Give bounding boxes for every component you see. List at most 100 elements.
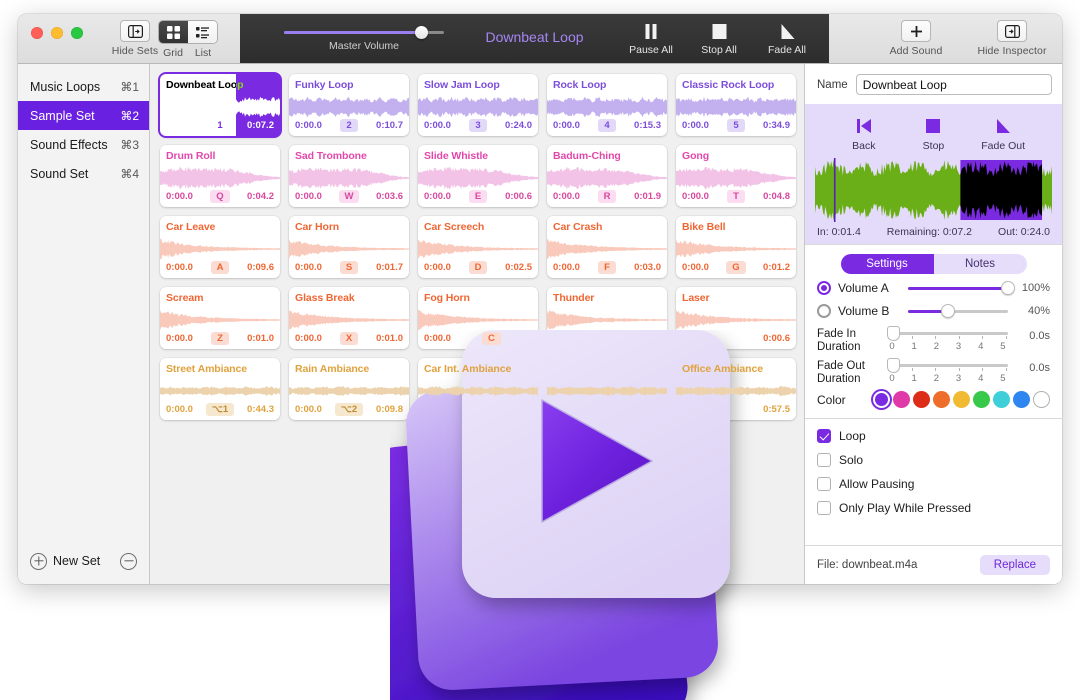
checkbox[interactable] xyxy=(817,453,831,467)
tile-hotkey[interactable]: ⌥2 xyxy=(334,402,364,416)
volume-a-slider[interactable] xyxy=(908,281,1015,295)
sound-tile[interactable]: Thunder xyxy=(547,287,667,349)
sound-tile[interactable]: Car Int. Ambiance xyxy=(418,358,538,420)
checkbox-row-solo[interactable]: Solo xyxy=(817,453,1050,467)
player-back-button[interactable]: Back xyxy=(833,114,895,152)
tile-hotkey[interactable]: X xyxy=(339,331,359,345)
checkbox-row-loop[interactable]: Loop xyxy=(817,429,1050,443)
tile-hotkey[interactable] xyxy=(717,337,729,339)
close-button[interactable] xyxy=(31,27,43,39)
color-swatch[interactable] xyxy=(893,391,910,408)
tile-hotkey[interactable] xyxy=(601,408,613,410)
tile-hotkey[interactable]: D xyxy=(468,260,488,274)
stop-all-button[interactable]: Stop All xyxy=(685,20,753,56)
checkbox-row-only-play-while-pressed[interactable]: Only Play While Pressed xyxy=(817,501,1050,515)
sound-tile[interactable]: Car Screech 0:00.0 D 0:02.5 xyxy=(418,216,538,278)
sound-tile[interactable]: Drum Roll 0:00.0 Q 0:04.2 xyxy=(160,145,280,207)
checkbox[interactable] xyxy=(817,477,831,491)
sound-tile[interactable]: Street Ambiance 0:00.0 ⌥1 0:44.3 xyxy=(160,358,280,420)
new-set-label[interactable]: New Set xyxy=(53,554,100,568)
sound-tile[interactable]: Slide Whistle 0:00.0 E 0:00.6 xyxy=(418,145,538,207)
tile-hotkey[interactable]: C xyxy=(482,331,501,345)
sound-tile[interactable]: Badum-Ching 0:00.0 R 0:01.9 xyxy=(547,145,667,207)
tile-hotkey[interactable]: T xyxy=(727,189,745,203)
tile-hotkey[interactable]: W xyxy=(338,189,360,203)
volume-b-radio[interactable] xyxy=(817,304,831,318)
fade-in-knob[interactable] xyxy=(887,326,900,341)
color-swatch[interactable] xyxy=(953,391,970,408)
tile-hotkey[interactable]: Q xyxy=(210,189,230,203)
checkbox-row-allow-pausing[interactable]: Allow Pausing xyxy=(817,477,1050,491)
new-set-plus-icon[interactable] xyxy=(30,552,47,570)
tile-hotkey[interactable] xyxy=(601,337,613,339)
tab-settings[interactable]: Settings xyxy=(840,254,934,274)
tile-hotkey[interactable]: R xyxy=(597,189,617,203)
sound-tile[interactable]: Downbeat Loop 0:15.3 1 0:07.2 xyxy=(160,74,280,136)
sound-tile[interactable]: Funky Loop 0:00.0 2 0:10.7 xyxy=(289,74,409,136)
volume-a-knob[interactable] xyxy=(1001,281,1015,295)
hide-sets-button[interactable]: Hide Sets xyxy=(104,20,166,57)
hide-inspector-button[interactable]: Hide Inspector xyxy=(967,20,1057,57)
sound-tile[interactable]: Scream 0:00.0 Z 0:01.0 xyxy=(160,287,280,349)
fade-out-slider[interactable]: 0 1 2 3 4 5 xyxy=(887,358,1008,384)
color-swatch[interactable] xyxy=(1033,391,1050,408)
sound-tile[interactable]: Car Crash 0:00.0 F 0:03.0 xyxy=(547,216,667,278)
fade-in-slider[interactable]: 0 1 2 3 4 5 xyxy=(887,326,1008,352)
fade-all-button[interactable]: Fade All xyxy=(753,20,821,56)
tile-hotkey[interactable]: 4 xyxy=(598,118,616,132)
color-swatch[interactable] xyxy=(973,391,990,408)
tile-hotkey[interactable]: 2 xyxy=(340,118,358,132)
tile-hotkey[interactable]: E xyxy=(468,189,488,203)
player-stop-button[interactable]: Stop xyxy=(902,114,964,152)
sound-tile[interactable]: Slow Jam Loop 0:00.0 3 0:24.0 xyxy=(418,74,538,136)
checkbox[interactable] xyxy=(817,429,831,443)
sound-tile[interactable]: Gong 0:00.0 T 0:04.8 xyxy=(676,145,796,207)
tile-hotkey[interactable]: 3 xyxy=(469,118,487,132)
color-swatch[interactable] xyxy=(933,391,950,408)
pause-all-button[interactable]: Pause All xyxy=(617,20,685,56)
sound-tile[interactable]: Glass Break 0:00.0 X 0:01.0 xyxy=(289,287,409,349)
minimize-button[interactable] xyxy=(51,27,63,39)
color-swatch[interactable] xyxy=(913,391,930,408)
sound-tile[interactable]: Fog Horn 0:00.0 C xyxy=(418,287,538,349)
tab-grid-view[interactable] xyxy=(159,21,188,43)
color-swatch[interactable] xyxy=(993,391,1010,408)
sound-tile[interactable]: Car Leave 0:00.0 A 0:09.6 xyxy=(160,216,280,278)
volume-b-slider[interactable] xyxy=(908,304,1008,318)
sound-tile[interactable]: Rain Ambiance 0:00.0 ⌥2 0:09.8 xyxy=(289,358,409,420)
sound-tile[interactable]: Bike Bell 0:00.0 G 0:01.2 xyxy=(676,216,796,278)
color-swatch[interactable] xyxy=(1013,391,1030,408)
remove-set-minus-icon[interactable] xyxy=(120,552,137,570)
fade-out-knob[interactable] xyxy=(887,358,900,373)
tile-hotkey[interactable] xyxy=(717,408,729,410)
inspector-waveform[interactable] xyxy=(815,158,1052,222)
tile-hotkey[interactable]: Z xyxy=(211,331,229,345)
tile-hotkey[interactable]: G xyxy=(726,260,746,274)
add-sound-button[interactable]: Add Sound xyxy=(885,20,947,57)
sidebar-item-sound-effects[interactable]: Sound Effects ⌘3 xyxy=(18,130,149,159)
sidebar-item-sound-set[interactable]: Sound Set ⌘4 xyxy=(18,159,149,188)
sidebar-item-music-loops[interactable]: Music Loops ⌘1 xyxy=(18,72,149,101)
sound-tile[interactable]: Car Horn 0:00.0 S 0:01.7 xyxy=(289,216,409,278)
maximize-button[interactable] xyxy=(71,27,83,39)
sidebar-item-sample-set[interactable]: Sample Set ⌘2 xyxy=(18,101,149,130)
tile-hotkey[interactable]: ⌥1 xyxy=(205,402,235,416)
replace-file-button[interactable]: Replace xyxy=(979,555,1050,575)
tile-hotkey[interactable]: S xyxy=(339,260,359,274)
sound-tile[interactable]: Laser 0:00.6 xyxy=(676,287,796,349)
name-input[interactable] xyxy=(855,74,1052,95)
volume-b-knob[interactable] xyxy=(941,304,955,318)
tile-hotkey[interactable]: 5 xyxy=(727,118,745,132)
color-swatch[interactable] xyxy=(873,391,890,408)
volume-a-radio[interactable] xyxy=(817,281,831,295)
sound-tile[interactable]: Rock Loop 0:00.0 4 0:15.3 xyxy=(547,74,667,136)
sound-tile[interactable]: Office Ambiance 0:57.5 xyxy=(676,358,796,420)
tile-hotkey[interactable]: F xyxy=(598,260,616,274)
checkbox[interactable] xyxy=(817,501,831,515)
tab-notes[interactable]: Notes xyxy=(933,254,1027,274)
tab-list-view[interactable] xyxy=(188,21,217,43)
tile-hotkey[interactable]: A xyxy=(210,260,230,274)
tile-hotkey[interactable]: 1 xyxy=(211,118,229,132)
sound-tile[interactable]: Classic Rock Loop 0:00.0 5 0:34.9 xyxy=(676,74,796,136)
sound-tile[interactable]: Sad Trombone 0:00.0 W 0:03.6 xyxy=(289,145,409,207)
